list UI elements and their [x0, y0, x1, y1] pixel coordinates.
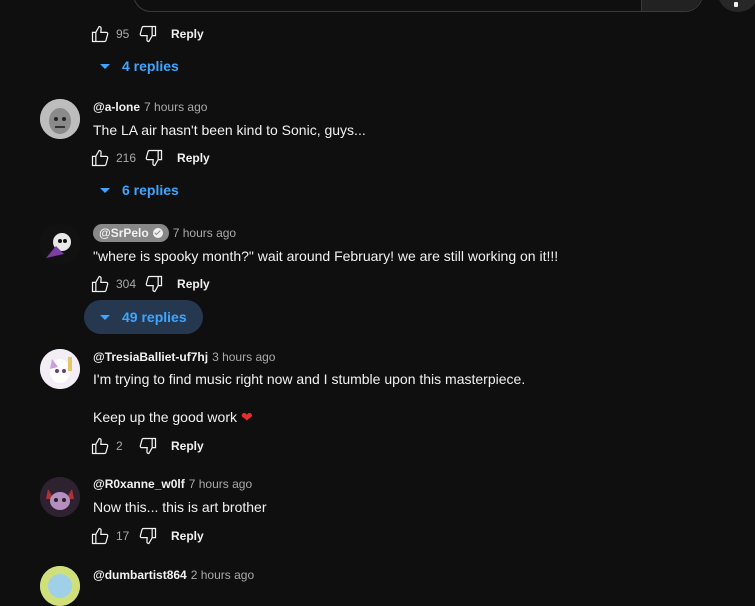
- comment-text: Keep up the good work: [93, 409, 237, 425]
- comment-text: Now this... this is art brother: [93, 499, 267, 515]
- thumbs-down-icon[interactable]: [144, 274, 164, 294]
- comment-header: @SrPelo 7 hours ago: [93, 224, 236, 242]
- view-replies-button[interactable]: 6 replies: [84, 173, 195, 207]
- avatar[interactable]: [40, 224, 80, 264]
- comment-header: @TresiaBalliet-uf7hj 3 hours ago: [93, 350, 275, 364]
- thumbs-down-icon[interactable]: [138, 436, 158, 456]
- comment-actions: 216 Reply: [90, 147, 210, 169]
- timestamp[interactable]: 7 hours ago: [144, 100, 207, 114]
- comment-actions: 2 Reply: [90, 435, 204, 457]
- caret-down-icon: [100, 314, 110, 320]
- avatar[interactable]: [40, 349, 80, 389]
- comment-header: @R0xanne_w0lf 7 hours ago: [93, 477, 252, 491]
- comment-text: "where is spooky month?" wait around Feb…: [93, 248, 559, 264]
- reply-button[interactable]: Reply: [171, 529, 204, 543]
- like-count: 95: [116, 27, 130, 41]
- view-replies-button[interactable]: 49 replies: [84, 300, 203, 334]
- comment-text: The LA air hasn't been kind to Sonic, gu…: [93, 122, 366, 138]
- timestamp[interactable]: 2 hours ago: [191, 568, 254, 582]
- like-count: 2: [116, 439, 123, 453]
- comment-actions: 304 Reply: [90, 273, 210, 295]
- author-name: @SrPelo: [99, 226, 149, 240]
- avatar[interactable]: [40, 477, 80, 517]
- heart-emoji-icon: ❤: [241, 409, 253, 425]
- thumbs-up-icon[interactable]: [90, 24, 110, 44]
- verified-check-icon: [152, 228, 163, 238]
- author-name[interactable]: @R0xanne_w0lf: [93, 477, 185, 491]
- thumbs-up-icon[interactable]: [90, 526, 110, 546]
- reply-button[interactable]: Reply: [177, 277, 210, 291]
- like-count: 17: [116, 529, 130, 543]
- replies-count-label: 4 replies: [122, 58, 179, 74]
- reply-button[interactable]: Reply: [171, 439, 204, 453]
- comment-text-line-1: I'm trying to find music right now and I…: [93, 371, 526, 387]
- replies-count-label: 49 replies: [122, 309, 187, 325]
- comment-header: @dumbartist864 2 hours ago: [93, 568, 254, 582]
- comment-actions: 95 Reply: [90, 23, 204, 45]
- thumbs-up-icon[interactable]: [90, 274, 110, 294]
- thumbs-up-icon[interactable]: [90, 436, 110, 456]
- reply-button[interactable]: Reply: [177, 151, 210, 165]
- author-name[interactable]: @a-lone: [93, 100, 140, 114]
- caret-down-icon: [100, 63, 110, 69]
- replies-count-label: 6 replies: [122, 182, 179, 198]
- thumbs-up-icon[interactable]: [90, 148, 110, 168]
- timestamp[interactable]: 7 hours ago: [173, 226, 236, 240]
- timestamp[interactable]: 7 hours ago: [189, 477, 252, 491]
- comment-input-box[interactable]: [133, 0, 703, 12]
- author-name[interactable]: @dumbartist864: [93, 568, 187, 582]
- view-replies-button[interactable]: 4 replies: [84, 49, 195, 83]
- creator-badge[interactable]: @SrPelo: [93, 224, 169, 242]
- like-count: 304: [116, 277, 137, 291]
- reply-button[interactable]: Reply: [171, 27, 204, 41]
- avatar[interactable]: [40, 99, 80, 139]
- avatar[interactable]: [40, 566, 80, 606]
- like-count: 216: [116, 151, 137, 165]
- thumbs-down-icon[interactable]: [138, 526, 158, 546]
- caret-down-icon: [100, 187, 110, 193]
- comment-text-line-2: Keep up the good work ❤: [93, 409, 253, 426]
- thumbs-down-icon[interactable]: [138, 24, 158, 44]
- comment-header: @a-lone 7 hours ago: [93, 100, 207, 114]
- timestamp[interactable]: 3 hours ago: [212, 350, 275, 364]
- author-name[interactable]: @TresiaBalliet-uf7hj: [93, 350, 208, 364]
- comment-actions: 17 Reply: [90, 525, 204, 547]
- submit-button[interactable]: [641, 0, 702, 11]
- thumbs-down-icon[interactable]: [144, 148, 164, 168]
- menu-button[interactable]: [718, 0, 755, 12]
